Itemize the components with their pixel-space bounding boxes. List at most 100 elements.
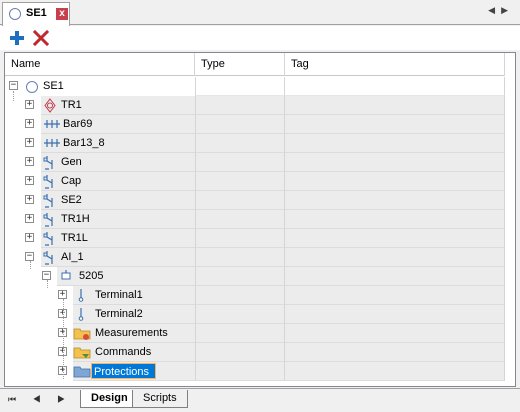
tree-connector <box>63 299 64 379</box>
expand-toggle[interactable]: + <box>25 138 34 147</box>
column-header-name[interactable]: Name <box>5 53 195 76</box>
tree-label: Protections <box>91 363 157 379</box>
tree-rows: − SE1 + TR1 + Bar69 + Bar13_8 + Gen + Ca… <box>5 77 515 381</box>
tree-label: Commands <box>95 346 152 358</box>
toolbar <box>0 26 520 50</box>
object-tree-grid: Name Type Tag − SE1 + TR1 + Bar69 + Bar1… <box>4 52 516 387</box>
collapse-toggle[interactable]: − <box>25 252 34 261</box>
expand-toggle[interactable]: + <box>25 100 34 109</box>
delete-button[interactable] <box>32 29 50 47</box>
type-cell[interactable] <box>195 248 285 267</box>
tree-label: Terminal2 <box>95 308 143 320</box>
type-cell[interactable] <box>195 153 285 172</box>
tag-cell[interactable] <box>285 248 505 267</box>
x-icon <box>32 29 50 47</box>
bay-icon <box>43 194 53 208</box>
type-cell[interactable] <box>195 172 285 191</box>
tree-row-cap[interactable]: + Cap <box>5 172 515 191</box>
tag-cell[interactable] <box>285 324 505 343</box>
commands-folder-icon <box>73 347 91 359</box>
bay-icon <box>43 175 53 189</box>
tag-cell[interactable] <box>285 210 505 229</box>
tree-row-5205[interactable]: − 5205 <box>5 267 515 286</box>
tag-cell[interactable] <box>285 305 505 324</box>
collapse-toggle[interactable]: − <box>9 81 18 90</box>
tag-cell[interactable] <box>285 229 505 248</box>
column-header-tag[interactable]: Tag <box>285 53 505 76</box>
tree-row-tr1[interactable]: + TR1 <box>5 96 515 115</box>
bay-icon <box>43 232 53 246</box>
type-cell[interactable] <box>195 134 285 153</box>
expand-toggle[interactable]: + <box>25 233 34 242</box>
type-cell[interactable] <box>195 286 285 305</box>
tab-design[interactable]: Design <box>80 390 139 408</box>
tree-label: TR1L <box>61 232 88 244</box>
type-cell[interactable] <box>195 362 285 381</box>
type-cell[interactable] <box>195 324 285 343</box>
add-button[interactable] <box>8 29 26 47</box>
collapse-toggle[interactable]: − <box>42 271 51 280</box>
tab-next-button[interactable]: ▶ <box>501 5 514 15</box>
type-cell[interactable] <box>195 229 285 248</box>
tag-cell[interactable] <box>285 362 505 381</box>
tree-row-ai-1[interactable]: − AI_1 <box>5 248 515 267</box>
tab-se1[interactable]: SE1 x <box>2 2 70 26</box>
tag-cell[interactable] <box>285 77 505 96</box>
type-cell[interactable] <box>195 191 285 210</box>
grid-header: Name Type Tag <box>5 53 515 76</box>
tag-cell[interactable] <box>285 191 505 210</box>
column-header-type[interactable]: Type <box>195 53 285 76</box>
tag-cell[interactable] <box>285 153 505 172</box>
type-cell[interactable] <box>195 115 285 134</box>
type-cell[interactable] <box>195 210 285 229</box>
tree-row-se1[interactable]: − SE1 <box>5 77 515 96</box>
tree-row-terminal1[interactable]: + Terminal1 <box>5 286 515 305</box>
tag-cell[interactable] <box>285 286 505 305</box>
expand-toggle[interactable]: + <box>25 214 34 223</box>
tag-cell[interactable] <box>285 172 505 191</box>
substation-icon <box>26 81 38 93</box>
tree-row-bar13-8[interactable]: + Bar13_8 <box>5 134 515 153</box>
tag-cell[interactable] <box>285 343 505 362</box>
tree-label: SE2 <box>61 194 82 206</box>
tree-row-tr1l[interactable]: + TR1L <box>5 229 515 248</box>
tag-cell[interactable] <box>285 115 505 134</box>
expand-toggle[interactable]: + <box>58 290 67 299</box>
tag-cell[interactable] <box>285 96 505 115</box>
tag-cell[interactable] <box>285 134 505 153</box>
tree-row-protections[interactable]: + Protections <box>5 362 515 381</box>
expand-toggle[interactable]: + <box>25 157 34 166</box>
tab-prev-button[interactable]: ◀ <box>488 5 501 15</box>
tree-row-se2[interactable]: + SE2 <box>5 191 515 210</box>
expand-toggle[interactable]: + <box>25 195 34 204</box>
tree-row-commands[interactable]: + Commands <box>5 343 515 362</box>
type-cell[interactable] <box>195 77 285 96</box>
type-cell[interactable] <box>195 267 285 286</box>
device-icon <box>61 270 71 280</box>
sheet-tab-bar: ⏮ ◀ ▶ ⏭ Design Scripts <box>0 388 520 412</box>
expand-toggle[interactable]: + <box>25 119 34 128</box>
tab-scripts[interactable]: Scripts <box>132 390 188 408</box>
type-cell[interactable] <box>195 305 285 324</box>
close-tab-button[interactable]: x <box>56 8 68 20</box>
type-cell[interactable] <box>195 343 285 362</box>
tree-row-tr1h[interactable]: + TR1H <box>5 210 515 229</box>
tree-label: Bar13_8 <box>63 137 105 149</box>
tree-label: Terminal1 <box>95 289 143 301</box>
tree-row-terminal2[interactable]: + Terminal2 <box>5 305 515 324</box>
expand-toggle[interactable]: + <box>25 176 34 185</box>
terminal-icon <box>78 308 84 321</box>
document-tabstrip: SE1 x ◀▶ <box>0 0 520 26</box>
bay-icon <box>43 156 53 170</box>
tree-label: Measurements <box>95 327 168 339</box>
tree-row-bar69[interactable]: + Bar69 <box>5 115 515 134</box>
busbar-icon <box>44 139 60 147</box>
type-cell[interactable] <box>195 96 285 115</box>
tree-label: SE1 <box>43 80 64 92</box>
tree-label: TR1 <box>61 99 82 111</box>
tree-row-measurements[interactable]: + Measurements <box>5 324 515 343</box>
tree-row-gen[interactable]: + Gen <box>5 153 515 172</box>
tree-label: Cap <box>61 175 82 187</box>
tag-cell[interactable] <box>285 267 505 286</box>
measurements-folder-icon <box>73 328 91 340</box>
